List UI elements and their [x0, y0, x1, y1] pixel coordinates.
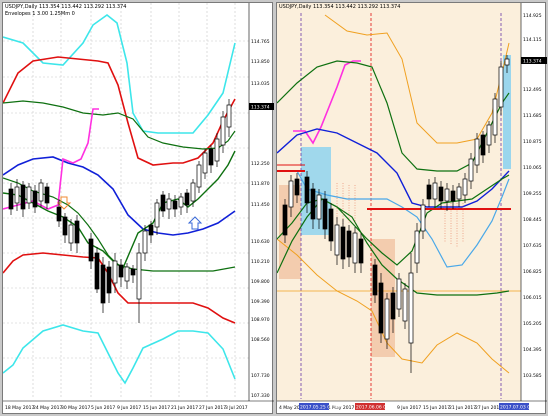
left-y-label: 107.730	[251, 373, 270, 379]
right-y-label: 107.635	[523, 243, 542, 249]
right-y-label: 103.585	[523, 373, 542, 379]
right-y-label: 106.015	[523, 295, 542, 301]
left-y-label: 114.765	[251, 39, 270, 45]
left-x-label: 30 May 2017	[61, 405, 90, 411]
right-chart-title: USDJPY,Daily 113.354 113.442 113.292 113…	[279, 4, 401, 10]
left-x-label: 9 Jun 2017	[117, 405, 141, 411]
left-y-label: 109.800	[251, 279, 270, 285]
left-y-label: 107.330	[251, 393, 270, 399]
right-y-label: 104.395	[523, 347, 542, 353]
right-y-label: 109.255	[523, 191, 542, 197]
left-time-axis: 18 May 2017 24 May 2017 30 May 2017 5 Ju…	[5, 405, 248, 411]
left-chart-canvas[interactable]: 114.765 113.850 113.035 112.250 111.870 …	[3, 3, 274, 415]
left-x-label: 24 May 2017	[33, 405, 62, 411]
right-y-label: 106.825	[523, 269, 542, 275]
right-y-label: 114.115	[523, 37, 542, 43]
left-chart-indicator-label: Envelopes 1 3.00 1.25Mm 0	[5, 11, 75, 17]
left-x-label: 18 May 2017	[5, 405, 34, 411]
left-current-price: 113.374	[251, 105, 270, 111]
left-chart-window[interactable]: USDJPY,Daily 113.354 113.442 113.292 113…	[2, 2, 274, 415]
right-y-label: 105.205	[523, 321, 542, 327]
left-y-label: 108.560	[251, 337, 270, 343]
left-chart-title: USDJPY,Daily 113.354 113.442 113.292 113…	[5, 4, 127, 10]
right-price-axis: 114.925 114.115 112.495 111.685 110.875 …	[523, 13, 542, 379]
left-y-label: 110.210	[251, 259, 270, 265]
right-time-tag-text-3: 2017.07.03 00:00	[500, 405, 540, 411]
right-y-label: 112.495	[523, 87, 542, 93]
left-price-axis: 114.765 113.850 113.035 112.250 111.870 …	[251, 39, 270, 399]
left-y-label: 111.870	[251, 181, 270, 187]
right-chart-window[interactable]: USDJPY,Daily 113.354 113.442 113.292 113…	[276, 2, 547, 415]
right-time-tag-text-2: 2017.06.06 00:00	[356, 405, 396, 411]
right-x-label: 21 Jun 2017	[449, 405, 476, 411]
left-y-label: 112.250	[251, 161, 270, 167]
right-chart-canvas[interactable]: 114.925 114.115 112.495 111.685 110.875 …	[277, 3, 547, 415]
right-time-tag-text-1: 2017.05.25 00:00	[300, 405, 340, 411]
left-y-label: 111.450	[251, 202, 270, 208]
right-y-label: 111.685	[523, 113, 542, 119]
left-x-label: 27 Jun 2017	[199, 405, 226, 411]
right-y-label: 108.445	[523, 217, 542, 223]
left-x-label: 5 Jun 2017	[91, 405, 115, 411]
right-y-label: 114.925	[523, 13, 542, 19]
left-y-label: 110.630	[251, 239, 270, 245]
left-y-label: 108.970	[251, 317, 270, 323]
right-x-label: 9 Jun 2017	[397, 405, 421, 411]
left-y-label: 113.850	[251, 59, 270, 65]
right-y-label: 110.065	[523, 165, 542, 171]
right-x-label: 15 Jun 2017	[423, 405, 450, 411]
left-x-label: 15 Jun 2017	[143, 405, 170, 411]
right-x-label: 27 Jun 2017	[475, 405, 502, 411]
left-x-label: 21 Jun 2017	[171, 405, 198, 411]
right-y-label: 110.875	[523, 139, 542, 145]
left-y-label: 113.035	[251, 81, 270, 87]
right-current-price: 113.374	[523, 59, 542, 65]
left-x-label: 3 Jul 2017	[225, 405, 248, 411]
left-y-label: 109.390	[251, 299, 270, 305]
